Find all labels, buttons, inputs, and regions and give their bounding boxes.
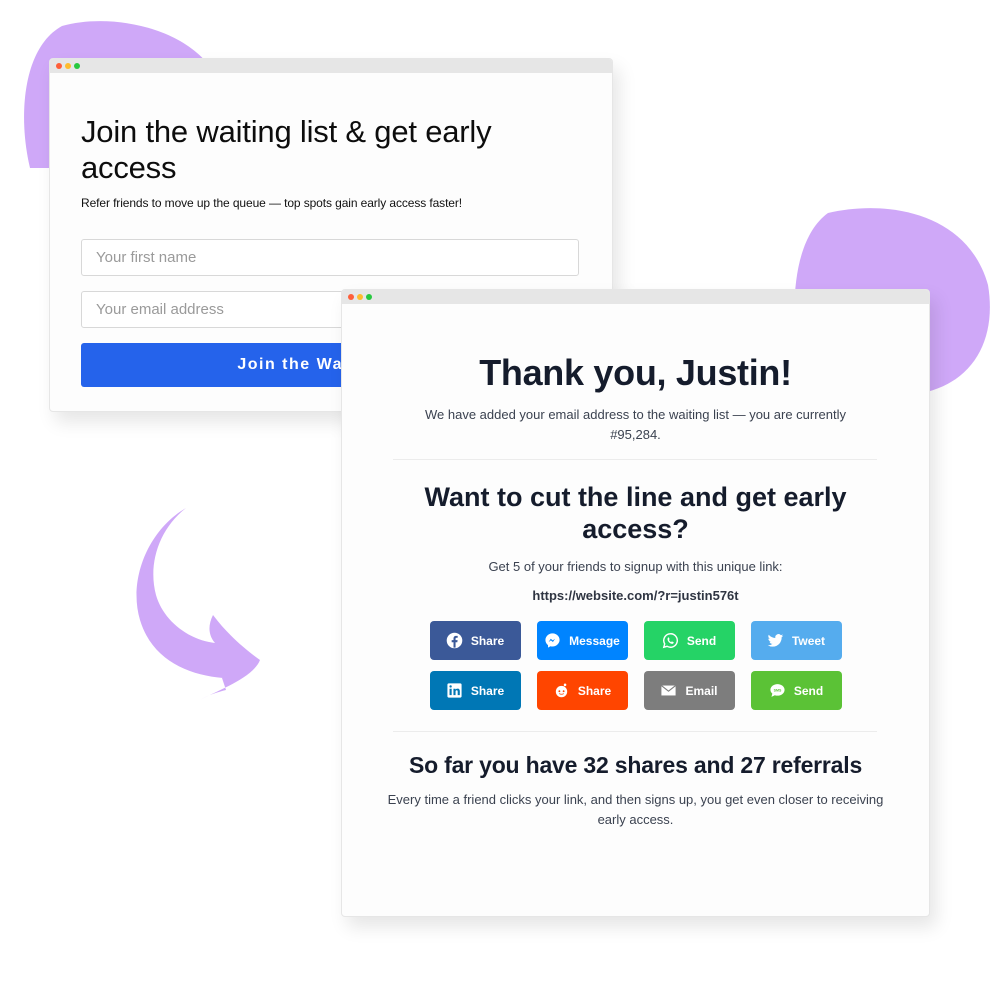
share-button-label: Send <box>686 633 717 648</box>
stats-heading: So far you have 32 shares and 27 referra… <box>408 752 863 778</box>
share-button-label: Share <box>577 683 612 698</box>
close-window-dot[interactable] <box>56 63 62 69</box>
share-buttons-row-2: Share Share Email SMS Send <box>342 671 929 710</box>
sms-icon: SMS <box>770 684 785 697</box>
linkedin-share-button[interactable]: Share <box>429 671 521 710</box>
maximize-window-dot[interactable] <box>74 63 80 69</box>
share-button-label: Email <box>685 683 718 698</box>
maximize-window-dot[interactable] <box>366 294 372 300</box>
first-name-input[interactable] <box>81 239 579 276</box>
share-buttons-row-1: Share Message Send Tweet <box>342 621 929 660</box>
share-button-label: Send <box>793 683 824 698</box>
signup-title: Join the waiting list & get early access <box>81 114 492 185</box>
facebook-share-button[interactable]: Share <box>429 621 521 660</box>
close-window-dot[interactable] <box>348 294 354 300</box>
share-button-label: Tweet <box>791 633 826 648</box>
messenger-share-button[interactable]: Message <box>536 621 628 660</box>
reddit-icon <box>555 683 567 698</box>
twitter-share-button[interactable]: Tweet <box>750 621 842 660</box>
reddit-share-button[interactable]: Share <box>536 671 628 710</box>
stats-description: Every time a friend clicks your link, an… <box>387 792 884 827</box>
referral-instruction: Get 5 of your friends to signup with thi… <box>488 559 783 574</box>
signup-subtitle: Refer friends to move up the queue — top… <box>81 196 463 210</box>
messenger-icon <box>545 633 560 648</box>
curved-arrow-icon <box>136 508 260 700</box>
share-button-label: Share <box>470 633 505 648</box>
section-divider <box>393 459 877 460</box>
waitlist-position-message: We have added your email address to the … <box>424 407 847 442</box>
section-divider <box>393 731 877 732</box>
svg-text:SMS: SMS <box>774 688 782 692</box>
whatsapp-share-button[interactable]: Send <box>643 621 735 660</box>
minimize-window-dot[interactable] <box>65 63 71 69</box>
twitter-icon <box>767 634 784 647</box>
email-icon <box>661 685 677 696</box>
whatsapp-icon <box>662 633 678 649</box>
email-share-button[interactable]: Email <box>643 671 735 710</box>
minimize-window-dot[interactable] <box>357 294 363 300</box>
share-button-label: Message <box>569 633 620 648</box>
thank-you-heading: Thank you, Justin! <box>479 352 792 393</box>
window-titlebar <box>50 59 612 73</box>
share-button-label: Share <box>470 683 505 698</box>
sms-share-button[interactable]: SMS Send <box>750 671 842 710</box>
referral-link[interactable]: https://website.com/?r=justin576t <box>342 588 929 603</box>
cut-the-line-heading: Want to cut the line and get early acces… <box>424 482 847 544</box>
facebook-icon <box>446 632 463 649</box>
linkedin-icon <box>447 683 462 698</box>
window-titlebar <box>342 290 929 304</box>
thank-you-window: Thank you, Justin! We have added your em… <box>341 289 930 917</box>
